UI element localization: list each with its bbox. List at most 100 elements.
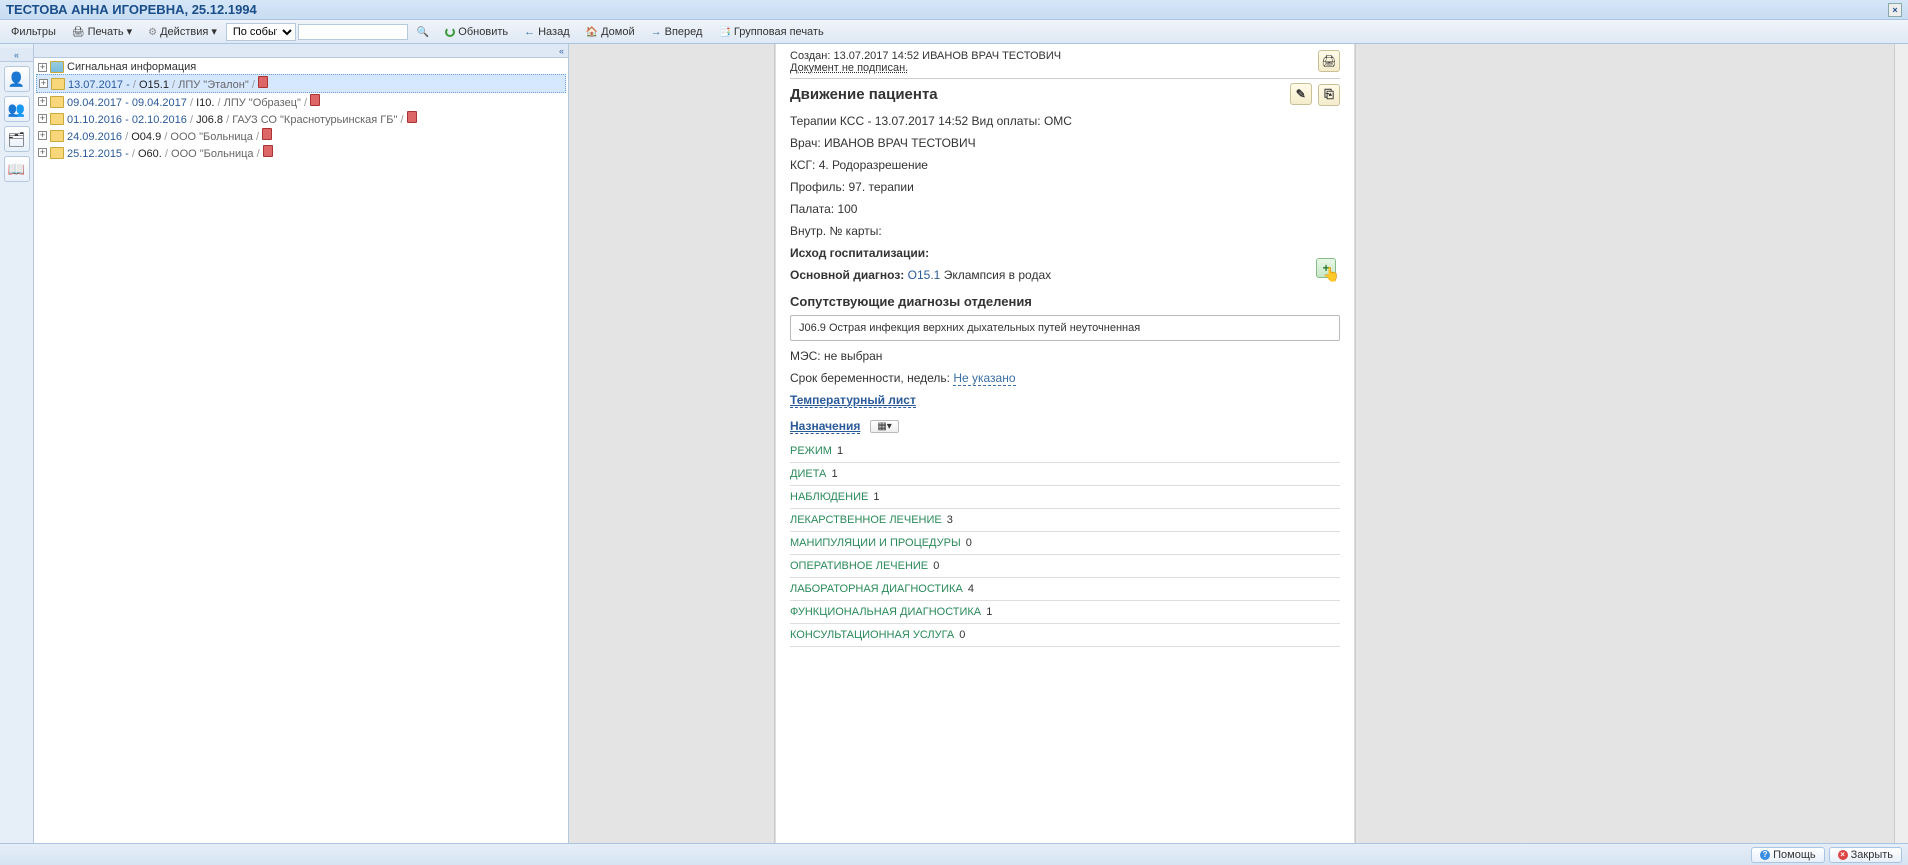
presc-link[interactable]: МАНИПУЛЯЦИИ И ПРОЦЕДУРЫ <box>790 537 961 549</box>
tree-pane: « + Сигнальная информация +13.07.2017 - … <box>34 44 569 843</box>
outcome-field: Исход госпитализации: <box>790 246 1340 260</box>
close-icon: × <box>1838 850 1848 860</box>
folder-icon <box>50 130 64 142</box>
temp-sheet-link[interactable]: Температурный лист <box>790 393 916 408</box>
preg-undef-link[interactable]: Не указано <box>953 371 1015 386</box>
folder-icon <box>50 113 64 125</box>
window-title-bar: ТЕСТОВА АННА ИГОРЕВНА, 25.12.1994 × <box>0 0 1908 20</box>
presc-link[interactable]: ФУНКЦИОНАЛЬНАЯ ДИАГНОСТИКА <box>790 606 981 618</box>
folder-icon <box>50 147 64 159</box>
doc-icon <box>262 128 272 140</box>
presc-link[interactable]: ЛАБОРАТОРНАЯ ДИАГНОСТИКА <box>790 583 963 595</box>
presc-link[interactable]: ДИЕТА <box>790 468 826 480</box>
view-mode-select[interactable]: По событиям <box>226 23 296 41</box>
close-button[interactable]: ×Закрыть <box>1829 847 1902 863</box>
prescription-item[interactable]: ЛАБОРАТОРНАЯ ДИАГНОСТИКА 4 <box>790 578 1340 601</box>
group-print-icon <box>718 26 730 38</box>
presc-link[interactable]: НАБЛЮДЕНИЕ <box>790 491 868 503</box>
footer-bar: ?Помощь ×Закрыть <box>0 843 1908 865</box>
comorbid-item[interactable]: J06.9 Острая инфекция верхних дыхательны… <box>790 315 1340 341</box>
main-diag-field: Основной диагноз: O15.1 Эклампсия в рода… <box>790 268 1340 282</box>
middle-empty-pane <box>569 44 775 843</box>
forward-button[interactable]: Вперед <box>644 23 710 41</box>
profile-field: Профиль: 97. терапии <box>790 180 1340 194</box>
folder-icon <box>50 96 64 108</box>
folder-icon <box>51 78 65 90</box>
right-gutter <box>1355 44 1894 843</box>
print-button[interactable]: Печать▾ <box>65 22 139 41</box>
help-icon: ? <box>1760 850 1770 860</box>
back-icon <box>524 26 535 38</box>
home-icon <box>586 26 598 38</box>
edit-button[interactable]: ✎ <box>1290 83 1312 105</box>
tree-collapse[interactable]: « <box>34 44 568 58</box>
doc-icon <box>407 111 417 123</box>
filters-button[interactable]: Фильтры <box>4 23 63 41</box>
ward-field: Палата: 100 <box>790 202 1340 216</box>
presc-link[interactable]: ЛЕКАРСТВЕННОЕ ЛЕЧЕНИЕ <box>790 514 942 526</box>
expand-icon[interactable]: + <box>38 131 47 140</box>
print-doc-button[interactable]: 🖨 <box>1318 50 1340 72</box>
refresh-icon <box>445 27 455 37</box>
presc-link[interactable]: ОПЕРАТИВНОЕ ЛЕЧЕНИЕ <box>790 560 928 572</box>
search-button[interactable] <box>410 23 436 41</box>
print-icon <box>72 26 85 38</box>
presc-link[interactable]: КОНСУЛЬТАЦИОННАЯ УСЛУГА <box>790 629 954 641</box>
prescription-item[interactable]: НАБЛЮДЕНИЕ 1 <box>790 486 1340 509</box>
group-print-button[interactable]: Групповая печать <box>711 23 830 41</box>
rail-collapse[interactable]: « <box>0 48 33 62</box>
tree-row[interactable]: +01.10.2016 - 02.10.2016 / J06.8 / ГАУЗ … <box>36 110 566 127</box>
main-toolbar: Фильтры Печать▾ Действия▾ По событиям Об… <box>0 20 1908 44</box>
cursor-hand-icon: 👆 <box>1323 266 1340 283</box>
gear-icon <box>148 26 157 38</box>
prescription-item[interactable]: ФУНКЦИОНАЛЬНАЯ ДИАГНОСТИКА 1 <box>790 601 1340 624</box>
actions-button[interactable]: Действия▾ <box>141 22 224 41</box>
mes-field: МЭС: не выбран <box>790 349 1340 363</box>
card-field: Внутр. № карты: <box>790 224 1340 238</box>
dept-line: Терапии КСС - 13.07.2017 14:52 Вид оплат… <box>790 114 1340 128</box>
expand-icon[interactable]: + <box>38 97 47 106</box>
rail-book-button[interactable]: 📖 <box>4 156 30 182</box>
expand-icon[interactable]: + <box>38 148 47 157</box>
window-close-icon[interactable]: × <box>1888 3 1902 17</box>
doc-icon <box>310 94 320 106</box>
expand-icon[interactable]: + <box>38 63 47 72</box>
tree-row-signal[interactable]: + Сигнальная информация <box>36 60 566 74</box>
rail-patient-button[interactable]: 👤 <box>4 66 30 92</box>
search-icon <box>417 26 429 38</box>
action-button[interactable]: ⎘ <box>1318 84 1340 106</box>
refresh-button[interactable]: Обновить <box>438 23 515 41</box>
presc-view-toggle[interactable]: ▦▾ <box>870 420 898 433</box>
tree-row[interactable]: +24.09.2016 / O04.9 / ООО "Больница / <box>36 127 566 144</box>
doctor-field: Врач: ИВАНОВ ВРАЧ ТЕСТОВИЧ <box>790 136 1340 150</box>
folder-info-icon <box>50 61 64 73</box>
tree-row[interactable]: +25.12.2015 - / O60. / ООО "Больница / <box>36 144 566 161</box>
pregnancy-field: Срок беременности, недель: Не указано <box>790 371 1340 385</box>
doc-meta: Создан: 13.07.2017 14:52 ИВАНОВ ВРАЧ ТЕС… <box>790 50 1061 74</box>
comorbid-section: Сопутствующие диагнозы отделения <box>790 294 1340 309</box>
rail-group-button[interactable]: 👥 <box>4 96 30 122</box>
prescription-item[interactable]: КОНСУЛЬТАЦИОННАЯ УСЛУГА 0 <box>790 624 1340 647</box>
document-panel: Создан: 13.07.2017 14:52 ИВАНОВ ВРАЧ ТЕС… <box>775 44 1355 843</box>
prescription-item[interactable]: МАНИПУЛЯЦИИ И ПРОЦЕДУРЫ 0 <box>790 532 1340 555</box>
prescription-item[interactable]: ДИЕТА 1 <box>790 463 1340 486</box>
diag-code-link[interactable]: O15.1 <box>908 268 941 282</box>
scrollbar[interactable] <box>1894 44 1908 843</box>
prescription-item[interactable]: ЛЕКАРСТВЕННОЕ ЛЕЧЕНИЕ 3 <box>790 509 1340 532</box>
ksg-field: КСГ: 4. Родоразрешение <box>790 158 1340 172</box>
event-tree[interactable]: + Сигнальная информация +13.07.2017 - / … <box>34 58 568 843</box>
presc-link[interactable]: РЕЖИМ <box>790 445 832 457</box>
rail-card-button[interactable]: 🗂 <box>4 126 30 152</box>
prescription-item[interactable]: ОПЕРАТИВНОЕ ЛЕЧЕНИЕ 0 <box>790 555 1340 578</box>
prescriptions-link[interactable]: Назначения <box>790 419 860 434</box>
tree-row[interactable]: +13.07.2017 - / O15.1 / ЛПУ "Эталон" / <box>36 74 566 93</box>
expand-icon[interactable]: + <box>39 79 48 88</box>
tree-row[interactable]: +09.04.2017 - 09.04.2017 / I10. / ЛПУ "О… <box>36 93 566 110</box>
help-button[interactable]: ?Помощь <box>1751 847 1825 863</box>
prescription-item[interactable]: РЕЖИМ 1 <box>790 440 1340 463</box>
doc-heading: Движение пациента <box>790 86 938 103</box>
search-input[interactable] <box>298 24 408 40</box>
home-button[interactable]: Домой <box>579 23 642 41</box>
back-button[interactable]: Назад <box>517 23 577 41</box>
expand-icon[interactable]: + <box>38 114 47 123</box>
